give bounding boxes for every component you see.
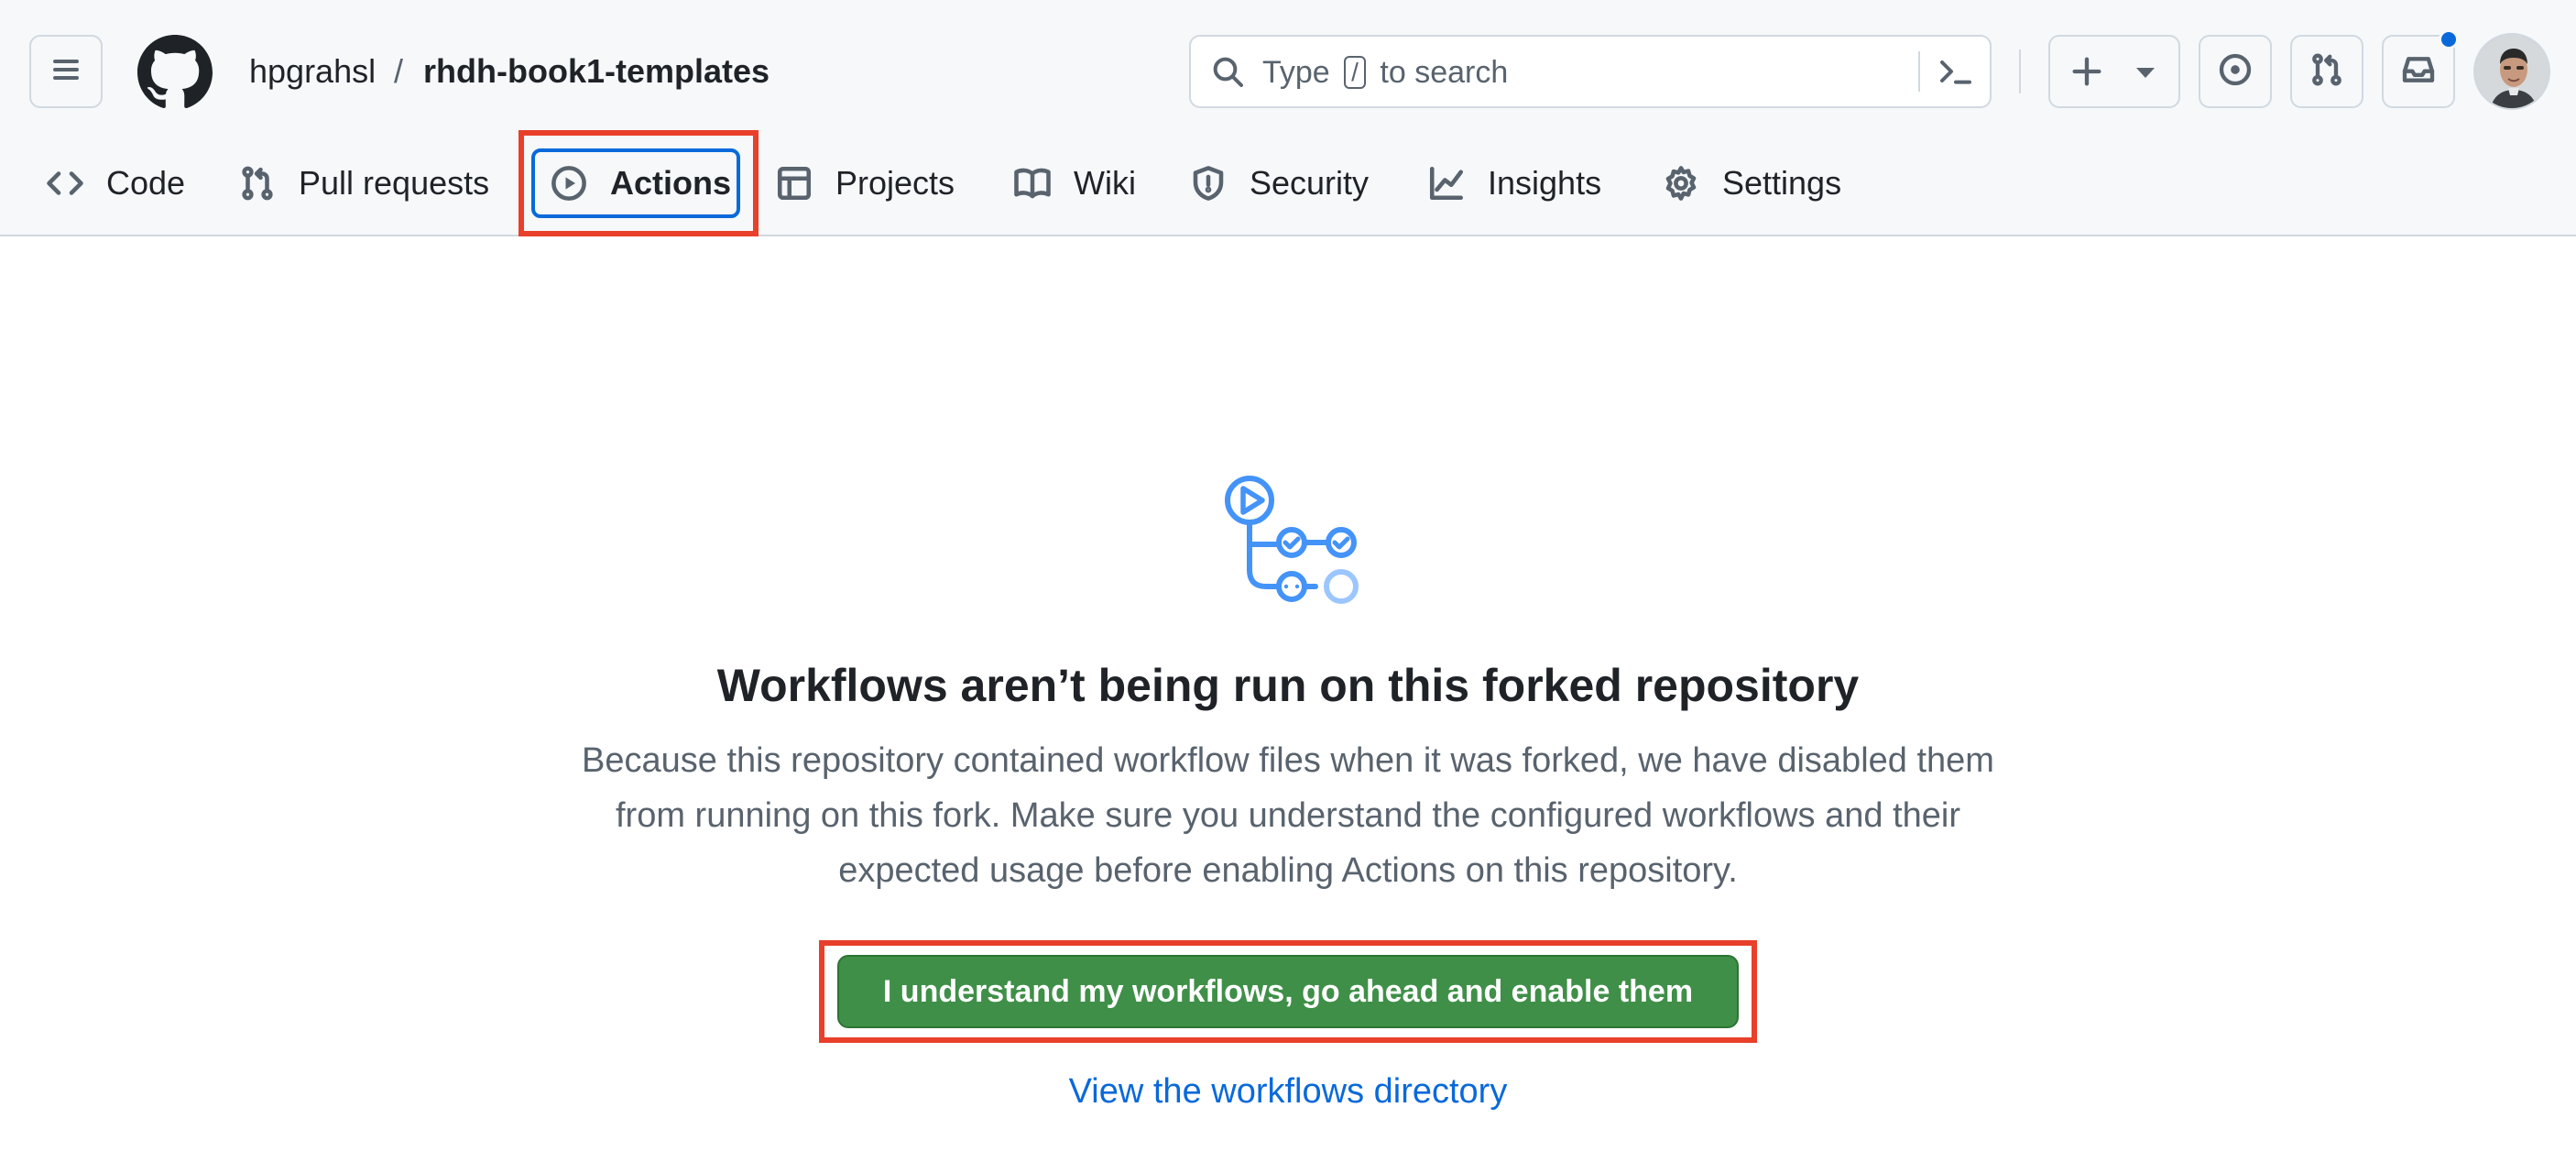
tab-pull-requests[interactable]: Pull requests: [238, 154, 489, 213]
tab-settings-label: Settings: [1722, 164, 1842, 202]
git-pull-request-icon: [2309, 51, 2345, 93]
tab-insights-label: Insights: [1488, 164, 1602, 202]
breadcrumb-separator: /: [394, 52, 404, 90]
search-placeholder: Type / to search: [1262, 53, 1508, 92]
tab-code[interactable]: Code: [46, 154, 185, 213]
tab-settings[interactable]: Settings: [1662, 154, 1841, 213]
tab-pull-requests-label: Pull requests: [299, 164, 490, 202]
github-mark-icon[interactable]: [137, 35, 213, 110]
workflows-directory-link-label[interactable]: View the workflows directory: [1069, 1072, 1508, 1111]
tab-projects[interactable]: Projects: [775, 154, 955, 213]
page-title: Workflows aren’t being run on this forke…: [716, 660, 1860, 711]
tab-wiki[interactable]: Wiki: [1013, 154, 1136, 213]
tab-security-label: Security: [1250, 164, 1370, 202]
command-palette-icon[interactable]: [1937, 53, 1975, 94]
description-line: expected usage before enabling Actions o…: [838, 851, 1738, 890]
tab-projects-label: Projects: [835, 164, 955, 202]
search-divider: [1918, 51, 1920, 92]
description-line: from running on this fork. Make sure you…: [616, 796, 1960, 835]
workflows-directory-link[interactable]: View the workflows directory: [0, 1069, 2576, 1114]
breadcrumb-repo[interactable]: rhdh-book1-templates: [423, 51, 770, 92]
git-pull-request-icon: [238, 164, 277, 203]
search-input[interactable]: Type / to search: [1189, 35, 1992, 108]
app-header: hpgrahsl / rhdh-book1-templates Type / t…: [0, 0, 2576, 236]
tab-insights[interactable]: Insights: [1427, 154, 1601, 213]
shield-icon: [1189, 164, 1228, 203]
avatar[interactable]: [2473, 33, 2550, 110]
notification-dot: [2439, 29, 2459, 49]
breadcrumb-owner[interactable]: hpgrahsl: [249, 51, 376, 92]
book-icon: [1013, 164, 1052, 203]
inbox-icon: [2400, 51, 2437, 93]
highlight-box-actions-tab: [518, 130, 759, 236]
plus-icon: [2068, 53, 2105, 94]
issue-opened-icon: [2217, 51, 2254, 93]
search-placeholder-prefix: Type: [1262, 55, 1330, 90]
menu-button[interactable]: [29, 35, 103, 108]
gear-icon: [1662, 164, 1700, 203]
table-icon: [775, 164, 813, 203]
code-icon: [46, 164, 84, 203]
graph-icon: [1427, 164, 1466, 203]
search-shortcut-key: /: [1344, 56, 1366, 89]
description-line: Because this repository contained workfl…: [582, 741, 1994, 780]
search-placeholder-suffix: to search: [1380, 55, 1509, 90]
highlight-box-enable-button: [819, 940, 1757, 1043]
tab-wiki-label: Wiki: [1074, 164, 1136, 202]
workflow-graph-icon: [1215, 469, 1361, 607]
search-icon: [1209, 53, 1246, 94]
header-divider: [2019, 49, 2021, 93]
hamburger-icon: [49, 53, 82, 91]
create-new-button[interactable]: [2048, 35, 2180, 108]
tab-code-label: Code: [106, 164, 186, 202]
pull-requests-button[interactable]: [2290, 35, 2363, 108]
chevron-down-icon: [2136, 68, 2155, 78]
tab-security[interactable]: Security: [1189, 154, 1369, 213]
issues-button[interactable]: [2199, 35, 2272, 108]
description: Because this repository contained workfl…: [509, 733, 2067, 898]
